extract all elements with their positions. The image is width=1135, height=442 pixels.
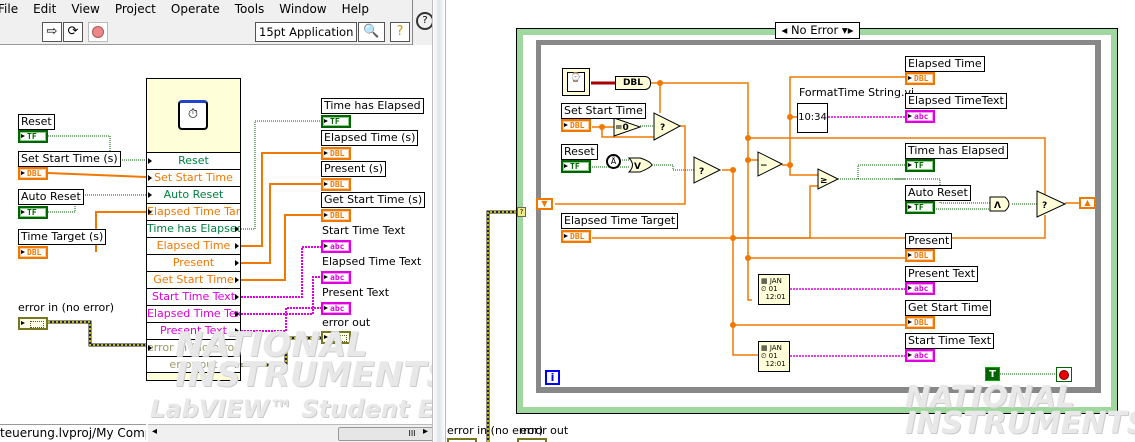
elapsed-time-target-label: Elapsed Time Target xyxy=(561,213,679,229)
loop-condition-stop[interactable] xyxy=(1056,367,1072,382)
present-text-terminal[interactable]: abc xyxy=(905,282,935,295)
first-call-icon: Å xyxy=(606,154,621,169)
error-tunnel: ? xyxy=(517,207,526,217)
elapsed-time-terminal[interactable]: DBL xyxy=(905,72,935,85)
error-in-terminal-bottom[interactable] xyxy=(447,438,477,442)
select-function-2 xyxy=(693,156,722,184)
format-time-string-subvi[interactable]: 10:34 xyxy=(797,103,828,133)
format-date-time-node-2[interactable]: ▦ JAN ⏲ 01 12:01 xyxy=(758,341,790,372)
equal-zero-symbol: =0 xyxy=(615,123,629,133)
elapsed-timetext-terminal[interactable]: abc xyxy=(905,110,935,123)
set-start-time-terminal[interactable]: DBL xyxy=(561,119,591,132)
get-start-time-terminal[interactable]: DBL xyxy=(905,316,935,329)
set-start-time-label: Set Start Time xyxy=(561,103,646,119)
calendar-clock-icon: ▦ JAN ⏲ 01 12:01 xyxy=(761,344,786,368)
reset-terminal[interactable]: TF xyxy=(561,160,591,173)
select-symbol-2: ? xyxy=(699,167,704,177)
to-dbl-conversion[interactable]: DBL xyxy=(615,76,651,90)
select-symbol-3: ? xyxy=(1042,201,1047,211)
format-date-time-node-1[interactable]: ▦ JAN ⏲ 01 12:01 xyxy=(758,274,790,305)
error-out-terminal-bottom[interactable] xyxy=(517,438,547,442)
stop-icon xyxy=(1059,370,1069,380)
time-has-elapsed-terminal[interactable]: TF xyxy=(905,159,935,172)
present-label: Present xyxy=(905,233,953,249)
or-symbol: V xyxy=(634,162,641,172)
format-time-string-label: FormatTime String.vi xyxy=(799,86,915,99)
present-text-label: Present Text xyxy=(905,266,979,282)
elapsed-time-target-terminal[interactable]: DBL xyxy=(561,230,591,243)
shift-register-right[interactable]: ▲ xyxy=(1079,197,1096,209)
start-time-text-label: Start Time Text xyxy=(905,333,995,349)
select-symbol-1: ? xyxy=(660,123,665,133)
present-terminal[interactable]: DBL xyxy=(905,249,935,262)
auto-reset-terminal[interactable]: TF xyxy=(905,201,935,214)
iteration-terminal: i xyxy=(545,370,560,385)
ge-symbol: ≥ xyxy=(820,176,828,186)
and-symbol: Λ xyxy=(994,201,1001,211)
get-start-time-label: Get Start Time xyxy=(905,300,992,316)
shift-register-left[interactable]: ▼ xyxy=(536,198,553,210)
clock-icon: ⌚ xyxy=(567,72,585,92)
reset-label: Reset xyxy=(561,144,598,160)
auto-reset-label: Auto Reset xyxy=(905,185,971,201)
tick-count-node[interactable]: ⌚ xyxy=(562,68,590,96)
subtract-symbol: − xyxy=(760,161,768,171)
error-out-label-bottom: error out xyxy=(520,424,569,437)
elapsed-time-label: Elapsed Time xyxy=(905,56,985,72)
select-function-1 xyxy=(653,112,682,141)
true-constant[interactable]: T xyxy=(985,367,1000,381)
time-has-elapsed-label: Time has Elapsed xyxy=(905,143,1008,159)
calendar-clock-icon: ▦ JAN ⏲ 01 12:01 xyxy=(761,277,786,301)
start-time-text-terminal[interactable]: abc xyxy=(905,349,935,362)
elapsed-timetext-label: Elapsed TimeText xyxy=(905,93,1007,109)
